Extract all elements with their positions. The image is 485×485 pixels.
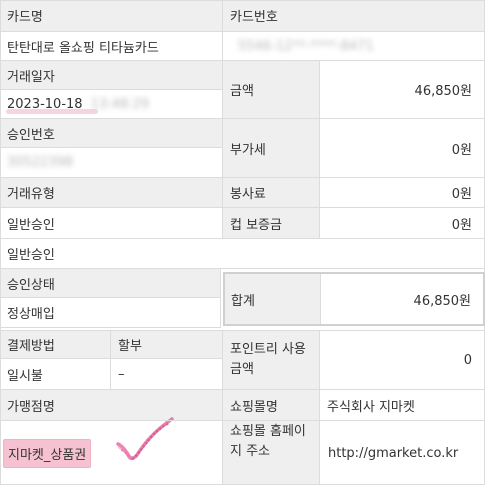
points-label: 포인트리 사용금액 — [223, 331, 319, 389]
approval-no-label: 승인번호 — [0, 119, 222, 147]
mall-name-value: 주식회사 지마켓 — [327, 399, 415, 415]
card-number-value: 5546-12**-****-8471 — [238, 38, 374, 54]
mall-url-value: http://gmarket.co.kr — [328, 445, 459, 461]
installment-label: 할부 — [111, 331, 222, 358]
approval-status-value: 정상매입 — [7, 307, 55, 322]
total-box — [223, 272, 485, 326]
payment-method-value: 일시불 — [7, 368, 43, 384]
card-name-label: 카드명 — [0, 0, 222, 31]
merchant-label: 가맹점명 — [0, 390, 222, 420]
service-fee-value: 0원 — [451, 187, 472, 202]
cup-deposit-value: 0원 — [451, 217, 472, 233]
vat-label: 부가세 — [223, 119, 319, 177]
transaction-type-label: 거래유형 — [0, 178, 222, 207]
amount-label: 금액 — [223, 61, 319, 118]
approval-status-label: 승인상태 — [0, 269, 220, 297]
checkmark-scribble — [116, 417, 174, 462]
transaction-time-value: 13:48:29 — [90, 96, 149, 112]
vat-value: 0원 — [451, 142, 472, 158]
points-value: 0 — [463, 352, 472, 368]
mall-url-label: 쇼핑몰 홈페이지 주소 — [223, 421, 319, 485]
transaction-type-value-2: 일반승인 — [7, 248, 55, 263]
merchant-cell: 지마켓_상품권 — [0, 421, 222, 485]
cup-deposit-label: 컵 보증금 — [223, 208, 319, 238]
service-fee-label: 봉사료 — [223, 178, 319, 207]
card-number-cell: 5546-12**-****-8471 — [223, 32, 485, 60]
approval-no-cell: 30522398 — [0, 148, 222, 177]
highlight-mark — [6, 109, 98, 114]
transaction-type-value: 일반승인 — [7, 217, 55, 233]
amount-value: 46,850원 — [414, 84, 472, 99]
card-number-label: 카드번호 — [223, 0, 485, 31]
mall-name-label: 쇼핑몰명 — [223, 390, 319, 420]
approval-no-value: 30522398 — [7, 155, 74, 170]
payment-method-label: 결제방법 — [0, 331, 110, 358]
transaction-date-label: 거래일자 — [0, 61, 222, 89]
installment-value: – — [118, 366, 125, 382]
merchant-value: 지마켓_상품권 — [3, 438, 92, 468]
card-name-value: 탄탄대로 올쇼핑 티타늄카드 — [7, 40, 159, 56]
